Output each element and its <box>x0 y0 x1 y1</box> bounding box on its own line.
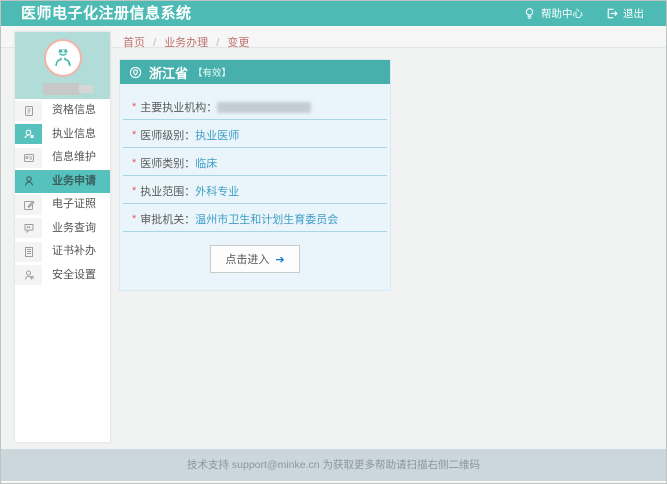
field-value: 临床 <box>195 155 217 171</box>
sidebar: 资格信息 执业信息 <box>14 31 111 443</box>
required-marker: * <box>132 129 136 141</box>
sidebar-item-qualification-info[interactable]: 资格信息 <box>15 99 110 123</box>
sidebar-item-certificate-reissue[interactable]: 证书补办 <box>15 240 110 264</box>
app-title: 医师电子化注册信息系统 <box>1 1 192 26</box>
breadcrumb-separator: / <box>216 37 219 49</box>
field-value: 外科专业 <box>195 183 239 199</box>
logout-icon <box>605 7 623 20</box>
field-label: 医师类别： <box>140 155 195 171</box>
user-headset-icon <box>15 124 42 144</box>
practice-region-card: 浙江省 【有效】 * 主要执业机构： * 医师级别： 执业医师 * 医师类别： … <box>119 59 391 291</box>
sidebar-item-label: 执业信息 <box>42 123 110 147</box>
app-window: 医师电子化注册信息系统 帮助中心 退出 <box>0 0 667 484</box>
help-center-label: 帮助中心 <box>541 6 583 21</box>
document-icon <box>15 101 42 121</box>
required-marker: * <box>132 213 136 225</box>
arrow-right-icon: ➔ <box>275 254 284 266</box>
field-label: 医师级别： <box>140 127 195 143</box>
sidebar-item-label: 业务查询 <box>42 217 110 241</box>
logout-label: 退出 <box>623 6 644 21</box>
user-name-redacted <box>43 83 81 95</box>
sidebar-item-electronic-license[interactable]: 电子证照 <box>15 193 110 217</box>
sidebar-item-label: 信息维护 <box>42 146 110 170</box>
user-icon <box>15 171 42 191</box>
logout-button[interactable]: 退出 <box>605 6 644 21</box>
card-body: * 主要执业机构： * 医师级别： 执业医师 * 医师类别： 临床 * 执业范围… <box>120 84 390 290</box>
footer-support-text: 技术支持 support@minke.cn 为获取更多帮助请扫描右侧二维码 <box>1 449 666 481</box>
field-practice-scope: * 执业范围： 外科专业 <box>123 176 387 204</box>
chat-icon <box>15 218 42 238</box>
card-header: 浙江省 【有效】 <box>120 60 390 84</box>
edit-icon <box>15 195 42 215</box>
region-name: 浙江省 <box>149 63 188 82</box>
id-card-icon <box>15 148 42 168</box>
sidebar-item-label: 资格信息 <box>42 99 110 123</box>
breadcrumb-item-home[interactable]: 首页 <box>123 37 145 49</box>
avatar[interactable] <box>44 39 82 77</box>
enter-button-label: 点击进入 <box>225 254 269 266</box>
required-marker: * <box>132 185 136 197</box>
field-label: 主要执业机构： <box>140 99 217 115</box>
breadcrumb-item-change[interactable]: 变更 <box>227 37 249 49</box>
lightbulb-icon <box>523 7 541 20</box>
breadcrumb-item-business[interactable]: 业务办理 <box>164 37 208 49</box>
field-physician-level: * 医师级别： 执业医师 <box>123 120 387 148</box>
top-header-bar: 医师电子化注册信息系统 帮助中心 退出 <box>1 1 666 26</box>
sidebar-item-label: 安全设置 <box>42 264 110 288</box>
field-approval-authority: * 审批机关： 温州市卫生和计划生育委员会 <box>123 204 387 232</box>
sidebar-item-security-settings[interactable]: 安全设置 <box>15 264 110 288</box>
required-marker: * <box>132 157 136 169</box>
notebook-icon <box>15 242 42 262</box>
sidebar-item-practice-info[interactable]: 执业信息 <box>15 123 110 147</box>
field-label: 执业范围： <box>140 183 195 199</box>
sidebar-menu: 资格信息 执业信息 <box>15 99 110 287</box>
footer-bar: 技术支持 support@minke.cn 为获取更多帮助请扫描右侧二维码 <box>1 449 666 481</box>
user-profile-block <box>15 32 110 99</box>
sidebar-item-label: 证书补办 <box>42 240 110 264</box>
location-pin-icon <box>129 66 142 79</box>
field-main-practice-org: * 主要执业机构： <box>123 92 387 120</box>
sidebar-item-business-query[interactable]: 业务查询 <box>15 217 110 241</box>
field-physician-category: * 医师类别： 临床 <box>123 148 387 176</box>
sidebar-item-business-application[interactable]: 业务申请 <box>15 170 110 194</box>
breadcrumb: 首页 / 业务办理 / 变更 <box>123 34 249 50</box>
required-marker: * <box>132 101 136 113</box>
doctor-icon <box>50 45 76 71</box>
enter-button[interactable]: 点击进入 ➔ <box>210 245 299 273</box>
help-center-button[interactable]: 帮助中心 <box>523 6 583 21</box>
field-value: 执业医师 <box>195 127 239 143</box>
breadcrumb-separator: / <box>153 37 156 49</box>
status-badge: 【有效】 <box>193 65 231 79</box>
field-label: 审批机关： <box>140 211 195 227</box>
sidebar-item-label: 业务申请 <box>42 170 110 194</box>
sidebar-item-label: 电子证照 <box>42 193 110 217</box>
field-value-redacted <box>217 102 311 113</box>
user-settings-icon <box>15 265 42 285</box>
sidebar-item-info-maintenance[interactable]: 信息维护 <box>15 146 110 170</box>
field-value: 温州市卫生和计划生育委员会 <box>195 211 338 227</box>
